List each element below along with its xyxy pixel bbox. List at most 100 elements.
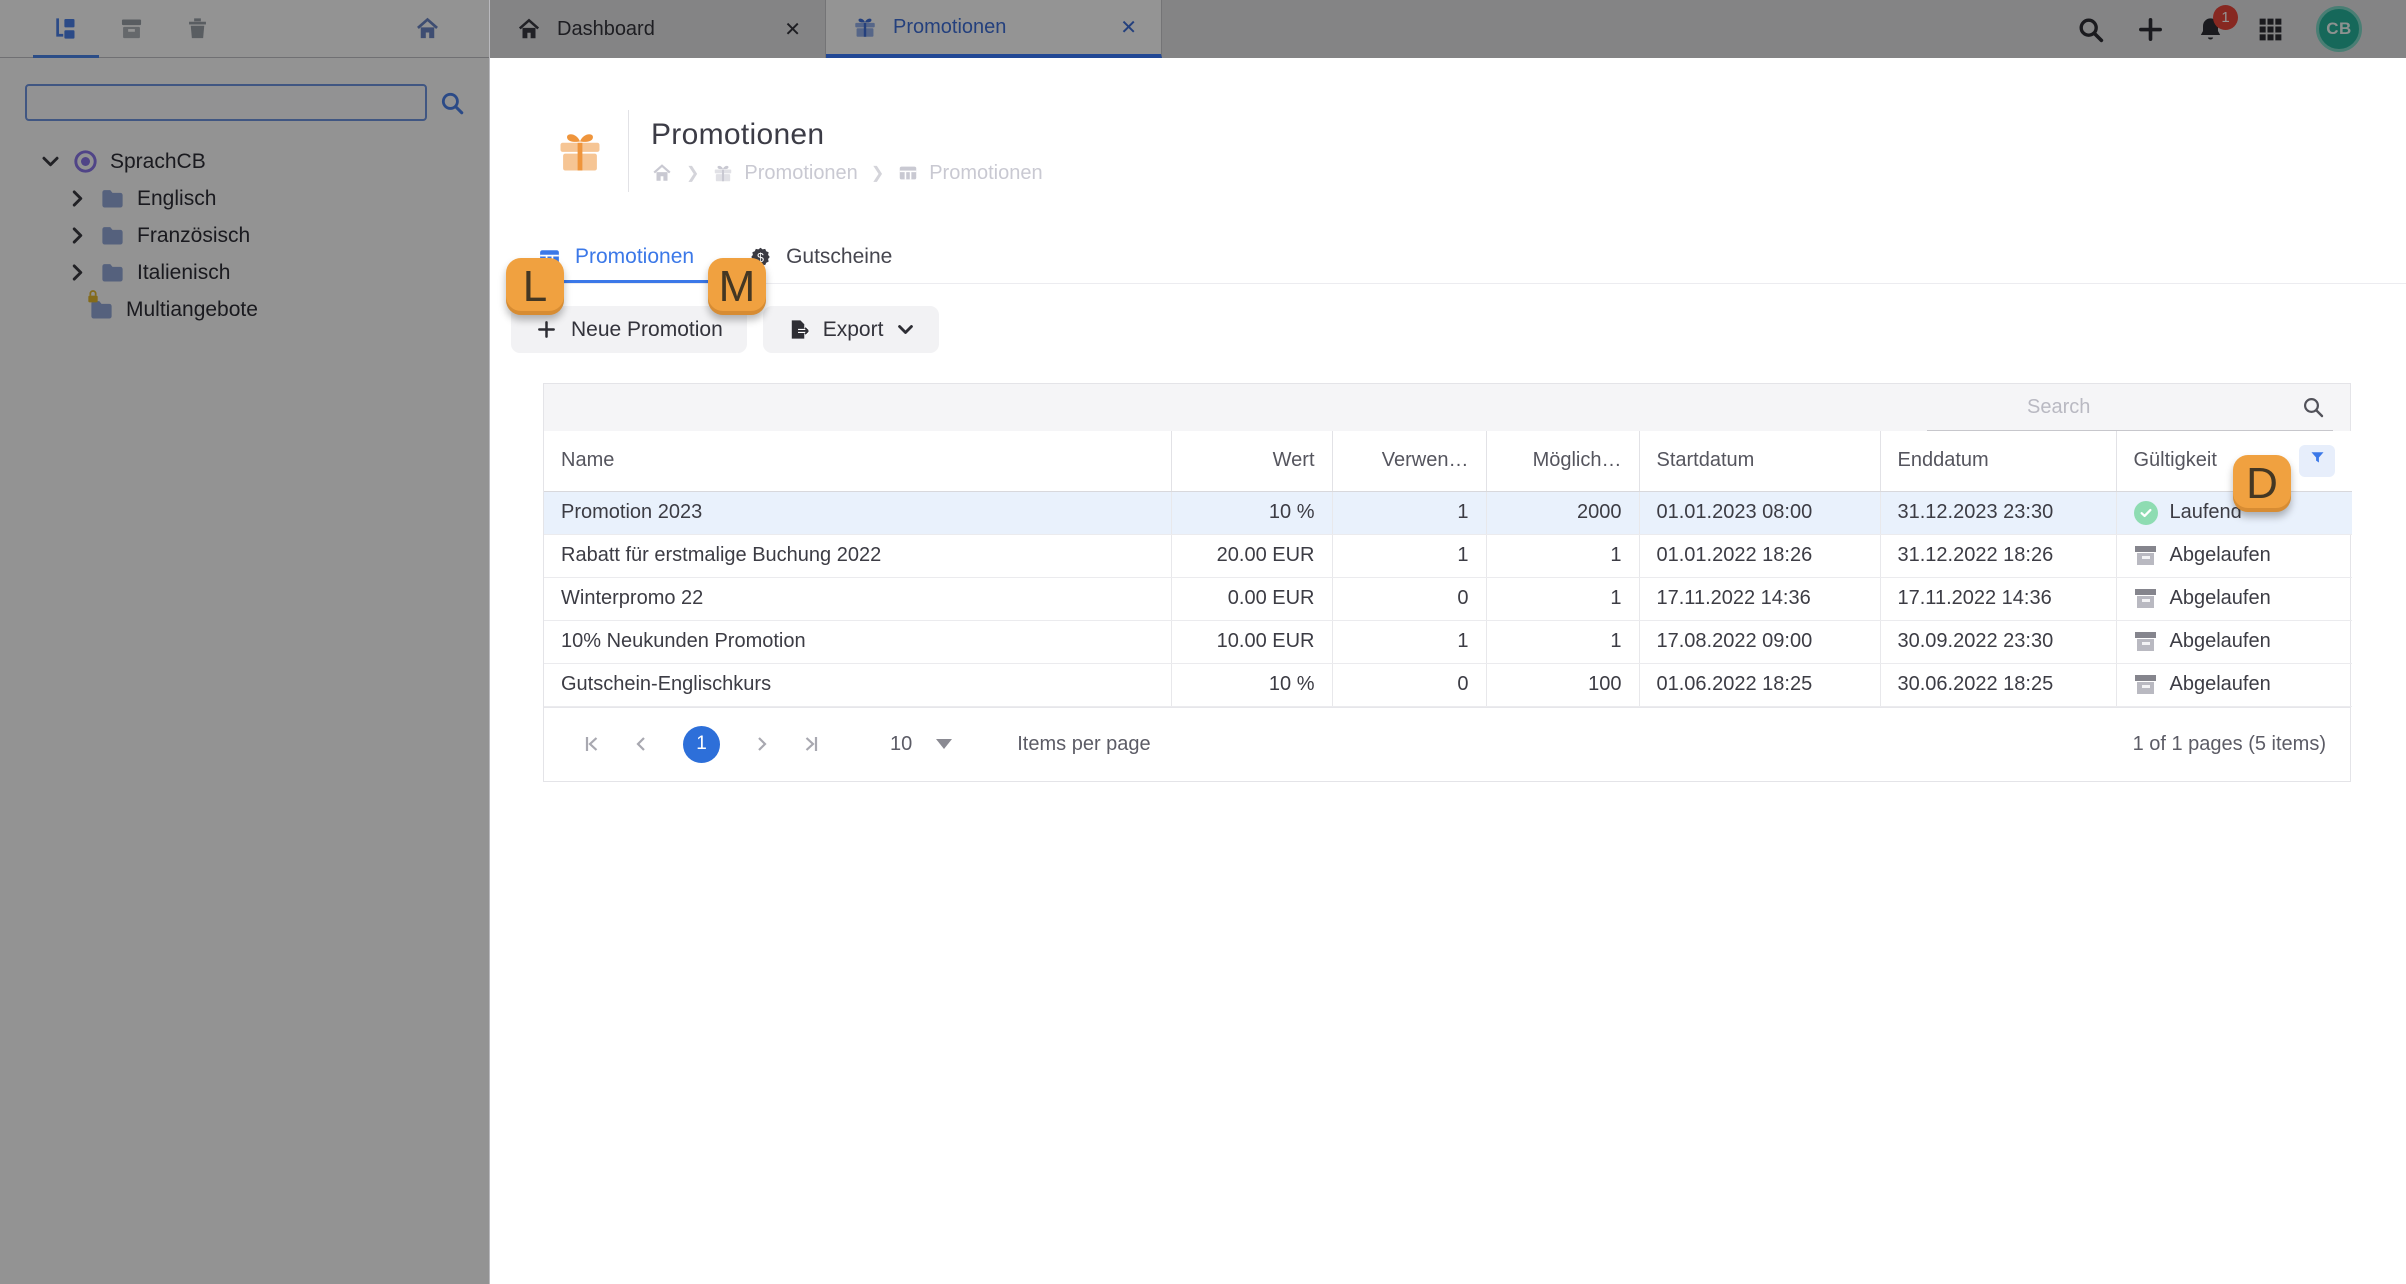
validity-label: Laufend <box>2169 501 2242 523</box>
cell-moeglich: 1 <box>1485 577 1639 621</box>
table-row[interactable]: Gutschein-Englischkurs 10 % 0 100 01.06.2022… <box>544 663 2352 707</box>
plus-icon <box>535 318 558 341</box>
breadcrumb-label: Promotionen <box>744 161 858 184</box>
table-row[interactable]: Rabatt für erstmalige Buchung 2022 20.00 … <box>544 534 2352 578</box>
cell-moeglich: 1 <box>1485 534 1639 578</box>
page-tab-strip: Promotionen $ Gutscheine <box>510 234 2406 284</box>
validity-label: Abgelaufen <box>2169 630 2271 652</box>
promotions-grid: Name Wert Verwen… Möglich… Startdatum Enddatu… <box>543 383 2352 782</box>
cell-moeglich: 2000 <box>1485 491 1639 535</box>
column-label: Möglich… <box>1532 449 1622 472</box>
check-circle-icon <box>2133 500 2158 525</box>
topbar: Dashboard ✕ Promotionen ✕ 1 CB <box>490 0 2406 58</box>
current-page-button[interactable]: 1 <box>683 725 720 763</box>
annotation-badge-m: M <box>708 258 766 315</box>
table-row[interactable]: Winterpromo 22 0.00 EUR 0 1 17.11.2022 14:36… <box>544 577 2352 621</box>
cell-gueltigkeit: Abgelaufen <box>2115 663 2352 707</box>
cell-enddatum: 30.09.2022 23:30 <box>1879 620 2116 664</box>
cell-name: Rabatt für erstmalige Buchung 2022 <box>544 534 1171 578</box>
grid-toolbar <box>544 384 2350 431</box>
breadcrumb-item[interactable]: Promotionen <box>712 161 858 185</box>
cell-gueltigkeit: Abgelaufen <box>2115 577 2352 621</box>
export-button[interactable]: Export <box>762 306 940 353</box>
app-window: SprachCB Englisch Französisch Italienisch Mu… <box>0 0 2406 1284</box>
grid-search-input[interactable] <box>1927 395 2295 419</box>
archive-box-icon <box>2134 587 2158 611</box>
validity-label: Abgelaufen <box>2169 587 2271 609</box>
annotation-badge-l: L <box>506 258 564 315</box>
column-header-name[interactable]: Name <box>544 431 1171 492</box>
items-per-page-label: Items per page <box>1017 732 1151 755</box>
cell-name: Winterpromo 22 <box>544 577 1171 621</box>
table-icon <box>897 162 919 184</box>
breadcrumb-item[interactable] <box>651 162 673 184</box>
breadcrumb-label: Promotionen <box>929 161 1043 184</box>
prev-page-icon[interactable] <box>629 732 653 756</box>
cell-wert: 0.00 EUR <box>1170 577 1332 621</box>
cell-verwendungen: 0 <box>1331 577 1486 621</box>
column-label: Gültigkeit <box>2133 449 2217 472</box>
cell-startdatum: 17.11.2022 14:36 <box>1638 577 1880 621</box>
column-header-verwen[interactable]: Verwen… <box>1331 431 1486 492</box>
column-label: Name <box>561 449 615 472</box>
column-header-mglich[interactable]: Möglich… <box>1485 431 1639 492</box>
gift-icon <box>554 125 606 177</box>
column-header-wert[interactable]: Wert <box>1170 431 1332 492</box>
cell-moeglich: 100 <box>1485 663 1639 707</box>
cell-name: 10% Neukunden Promotion <box>544 620 1171 664</box>
breadcrumb-item[interactable]: Promotionen <box>897 161 1043 185</box>
cell-startdatum: 01.01.2022 18:26 <box>1638 534 1880 578</box>
cell-enddatum: 30.06.2022 18:25 <box>1879 663 2116 707</box>
column-label: Startdatum <box>1656 449 1755 472</box>
archive-box-icon <box>2134 544 2158 568</box>
validity-label: Abgelaufen <box>2169 673 2271 695</box>
next-page-icon[interactable] <box>750 732 774 756</box>
cell-name: Promotion 2023 <box>544 491 1171 535</box>
filter-button[interactable] <box>2299 444 2335 477</box>
export-file-icon <box>787 318 810 341</box>
cell-verwendungen: 0 <box>1331 663 1486 707</box>
cell-wert: 20.00 EUR <box>1170 534 1332 578</box>
cell-enddatum: 17.11.2022 14:36 <box>1879 577 2116 621</box>
chevron-right-icon: ❯ <box>686 165 700 182</box>
topbar-dim-overlay <box>490 0 2406 58</box>
sidebar-dim-overlay <box>0 0 489 1284</box>
validity-label: Abgelaufen <box>2169 544 2271 566</box>
header-divider <box>628 110 629 192</box>
breadcrumb: ❯ Promotionen ❯ Promotionen <box>651 162 1043 185</box>
page-size-select[interactable]: 10 <box>890 733 953 756</box>
page-header: Promotionen ❯ Promotionen ❯ Promotionen <box>554 110 2406 192</box>
tab-label: Gutscheine <box>786 245 893 268</box>
cell-verwendungen: 1 <box>1331 534 1486 578</box>
cell-enddatum: 31.12.2023 23:30 <box>1879 491 2116 535</box>
first-page-icon[interactable] <box>580 732 604 756</box>
archive-box-icon <box>2134 673 2158 697</box>
funnel-icon <box>2309 449 2326 472</box>
column-label: Enddatum <box>1897 449 1989 472</box>
cell-wert: 10.00 EUR <box>1170 620 1332 664</box>
chevron-right-icon: ❯ <box>870 165 885 182</box>
actions-row: Neue Promotion Export <box>511 306 2406 353</box>
table-row[interactable]: 10% Neukunden Promotion 10.00 EUR 1 1 17.08.… <box>544 620 2352 664</box>
gift-icon <box>712 162 734 184</box>
cell-gueltigkeit: Abgelaufen <box>2115 534 2352 578</box>
table-row[interactable]: Promotion 2023 10 % 1 2000 01.01.2023 08:00 3… <box>544 491 2352 535</box>
column-header-startdatum[interactable]: Startdatum <box>1638 431 1880 492</box>
cell-verwendungen: 1 <box>1331 620 1486 664</box>
cell-wert: 10 % <box>1170 491 1332 535</box>
cell-startdatum: 01.01.2023 08:00 <box>1638 491 1880 535</box>
cell-startdatum: 01.06.2022 18:25 <box>1638 663 1880 707</box>
last-page-icon[interactable] <box>799 732 823 756</box>
cell-verwendungen: 1 <box>1331 491 1486 535</box>
promotions-table: Name Wert Verwen… Möglich… Startdatum Enddatu… <box>544 431 2352 707</box>
column-label: Wert <box>1272 449 1315 472</box>
cell-wert: 10 % <box>1170 663 1332 707</box>
search-icon[interactable] <box>2301 395 2325 419</box>
cell-startdatum: 17.08.2022 09:00 <box>1638 620 1880 664</box>
page-summary: 1 of 1 pages (5 items) <box>2132 732 2326 755</box>
column-header-enddatum[interactable]: Enddatum <box>1879 431 2116 492</box>
page-title: Promotionen <box>651 117 825 151</box>
pagination-bar: 1 10 Items per page 1 of 1 pages (5 item… <box>544 706 2350 781</box>
annotation-badge-d: D <box>2233 455 2291 512</box>
cell-name: Gutschein-Englischkurs <box>544 663 1171 707</box>
